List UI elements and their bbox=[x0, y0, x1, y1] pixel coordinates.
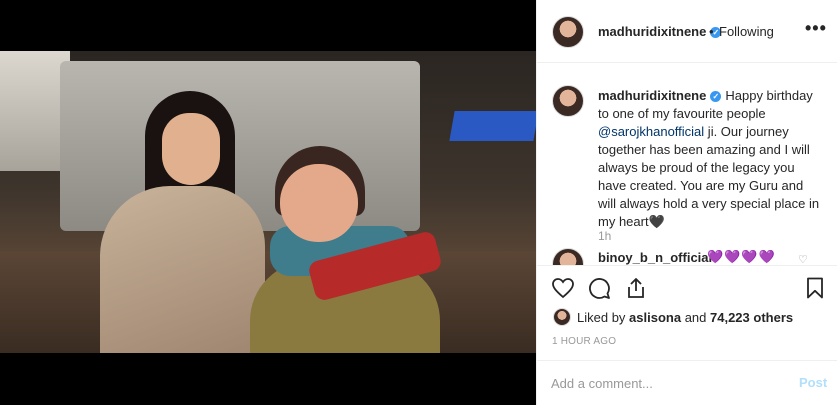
likes-count-link[interactable]: 74,223 others bbox=[710, 310, 793, 325]
person-right bbox=[250, 146, 443, 353]
post-comment-button[interactable]: Post bbox=[799, 375, 827, 390]
person-left bbox=[100, 91, 270, 353]
comment-icon[interactable] bbox=[587, 276, 611, 300]
author-avatar[interactable] bbox=[552, 16, 584, 48]
author-username[interactable]: madhuridixitnene ✓ bbox=[598, 24, 722, 39]
post-actions: Liked by aslisona and 74,223 others 1 HO… bbox=[537, 265, 837, 405]
comment-like-heart-icon[interactable]: ♡ bbox=[798, 253, 808, 265]
heart-icon[interactable] bbox=[551, 276, 575, 300]
post-header: madhuridixitnene ✓ • Following ••• bbox=[537, 0, 837, 63]
add-comment-bar: Post bbox=[537, 360, 837, 406]
likes-prefix: Liked by bbox=[577, 310, 630, 325]
add-comment-input[interactable] bbox=[551, 373, 781, 393]
post-sidebar: madhuridixitnene ✓ • Following ••• madhur… bbox=[536, 0, 837, 405]
post-timestamp[interactable]: 1 HOUR AGO bbox=[552, 336, 616, 347]
author-username-text[interactable]: madhuridixitnene bbox=[598, 24, 706, 39]
caption-age[interactable]: 1h bbox=[598, 229, 611, 243]
caption-body-end: ji. Our journey together has been amazin… bbox=[598, 124, 820, 229]
post-media[interactable] bbox=[0, 0, 536, 405]
likes-middle: and bbox=[681, 310, 710, 325]
comment-username[interactable]: binoy_b_n_official bbox=[598, 250, 712, 265]
post-photo bbox=[0, 51, 536, 353]
bg-tent bbox=[449, 111, 536, 141]
comment-avatar[interactable] bbox=[552, 248, 584, 265]
share-icon[interactable] bbox=[624, 276, 648, 300]
separator-dot: • bbox=[709, 24, 714, 39]
likes-user-link[interactable]: aslisona bbox=[629, 310, 681, 325]
caption-username-text[interactable]: madhuridixitnene bbox=[598, 88, 706, 103]
bookmark-icon[interactable] bbox=[803, 276, 827, 300]
caption-verified-badge-icon: ✓ bbox=[710, 91, 722, 102]
comment-text: 💜💜💜💜 bbox=[707, 249, 776, 264]
caption-username[interactable]: madhuridixitnene ✓ bbox=[598, 88, 722, 103]
comments-list[interactable]: madhuridixitnene ✓ Happy birthday to one o… bbox=[537, 63, 837, 265]
following-button[interactable]: Following bbox=[719, 24, 774, 39]
liker-avatar[interactable] bbox=[553, 308, 571, 326]
more-options-icon[interactable]: ••• bbox=[805, 18, 827, 39]
likes-summary: Liked by aslisona and 74,223 others bbox=[577, 310, 793, 325]
caption-mention-link[interactable]: @sarojkhanofficial bbox=[598, 124, 704, 139]
caption-avatar[interactable] bbox=[552, 85, 584, 117]
caption-text: madhuridixitnene ✓ Happy birthday to one o… bbox=[598, 87, 822, 231]
